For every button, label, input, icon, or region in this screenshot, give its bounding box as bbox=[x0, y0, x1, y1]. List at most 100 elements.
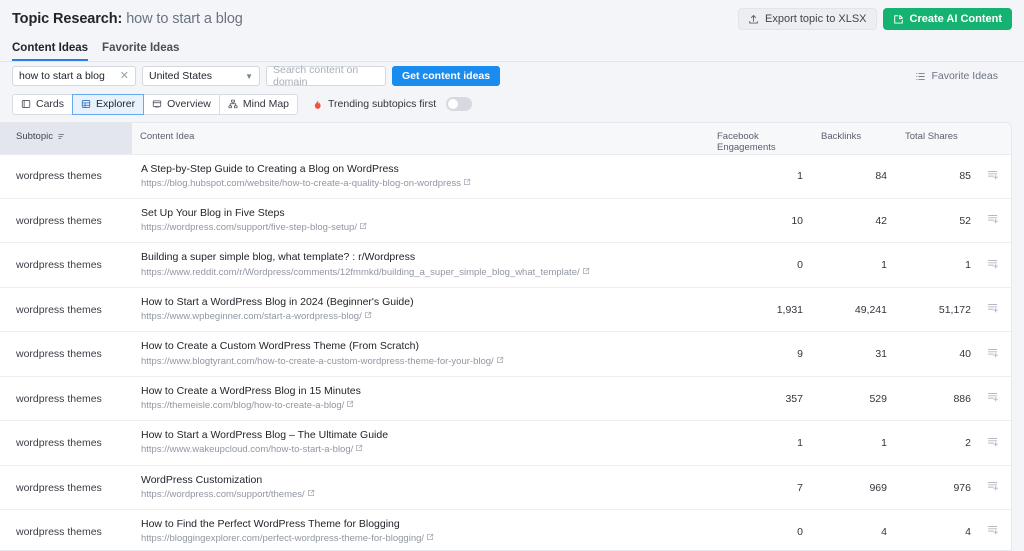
table-row[interactable]: wordpress themes A Step-by-Step Guide to … bbox=[0, 154, 1011, 199]
cell-subtopic: wordpress themes bbox=[0, 242, 132, 288]
column-header-content-idea[interactable]: Content Idea bbox=[132, 123, 709, 155]
content-idea-url-text: https://wordpress.com/support/themes/ bbox=[141, 488, 305, 500]
add-to-list-icon[interactable] bbox=[987, 480, 999, 492]
view-button-cards-label: Cards bbox=[36, 98, 65, 110]
cell-facebook-engagements: 1 bbox=[709, 154, 813, 199]
table-row[interactable]: wordpress themes How to Start a WordPress… bbox=[0, 287, 1011, 333]
trending-subtopics-toggle[interactable] bbox=[446, 97, 473, 111]
cell-actions bbox=[981, 154, 1011, 199]
view-button-overview[interactable]: Overview bbox=[143, 93, 220, 115]
search-domain-input[interactable]: Search content on domain bbox=[266, 64, 386, 88]
content-idea-url[interactable]: https://www.wakeupcloud.com/how-to-start… bbox=[141, 444, 701, 456]
column-header-subtopic-label: Subtopic bbox=[16, 131, 53, 142]
pencil-square-icon bbox=[893, 14, 904, 25]
tab-content-ideas[interactable]: Content Ideas bbox=[12, 42, 89, 61]
content-idea-url[interactable]: https://blog.hubspot.com/website/how-to-… bbox=[141, 178, 701, 190]
table-row[interactable]: wordpress themes Set Up Your Blog in Five… bbox=[0, 198, 1011, 244]
add-to-list-icon[interactable] bbox=[987, 391, 999, 403]
cell-total-shares: 1 bbox=[897, 242, 981, 288]
content-ideas-table: Subtopic Content Idea Facebook Engagemen… bbox=[0, 123, 1011, 550]
page-title: Topic Research: how to start a blog bbox=[12, 11, 243, 27]
external-link-icon bbox=[307, 489, 315, 500]
content-idea-url[interactable]: https://wordpress.com/support/themes/ bbox=[141, 489, 701, 501]
cell-content-idea: How to Start a WordPress Blog – The Ulti… bbox=[132, 420, 709, 466]
column-header-total-shares[interactable]: Total Shares bbox=[897, 123, 981, 155]
content-idea-url-text: https://www.reddit.com/r/Wordpress/comme… bbox=[141, 266, 580, 278]
close-icon[interactable]: ✕ bbox=[120, 70, 129, 82]
content-idea-url[interactable]: https://www.blogtyrant.com/how-to-create… bbox=[141, 356, 701, 368]
content-idea-title: How to Create a WordPress Blog in 15 Min… bbox=[141, 384, 361, 397]
column-header-subtopic[interactable]: Subtopic bbox=[0, 123, 132, 155]
cell-content-idea: Building a super simple blog, what templ… bbox=[132, 242, 709, 288]
external-link-icon bbox=[346, 400, 354, 411]
cell-backlinks: 969 bbox=[813, 465, 897, 511]
external-link-icon bbox=[355, 444, 363, 455]
content-idea-title: Set Up Your Blog in Five Steps bbox=[141, 206, 285, 219]
content-idea-title: How to Find the Perfect WordPress Theme … bbox=[141, 518, 400, 531]
content-idea-url-text: https://www.blogtyrant.com/how-to-create… bbox=[141, 355, 494, 367]
content-idea-url[interactable]: https://bloggingexplorer.com/perfect-wor… bbox=[141, 533, 701, 545]
column-header-facebook-engagements[interactable]: Facebook Engagements bbox=[709, 123, 813, 155]
table-row[interactable]: wordpress themes How to Start a WordPress… bbox=[0, 420, 1011, 466]
content-idea-url[interactable]: https://themeisle.com/blog/how-to-create… bbox=[141, 400, 701, 412]
export-topic-button[interactable]: Export topic to XLSX bbox=[738, 8, 877, 30]
mindmap-icon bbox=[228, 99, 238, 109]
cell-actions bbox=[981, 242, 1011, 288]
table-row[interactable]: wordpress themes How to Create a WordPres… bbox=[0, 376, 1011, 422]
content-idea-url[interactable]: https://wordpress.com/support/five-step-… bbox=[141, 222, 701, 234]
trending-subtopics-control: Trending subtopics first bbox=[312, 97, 473, 111]
create-ai-content-label: Create AI Content bbox=[909, 13, 1003, 25]
table-row[interactable]: wordpress themes WordPress Customization h… bbox=[0, 465, 1011, 511]
view-button-overview-label: Overview bbox=[167, 98, 211, 110]
external-link-icon bbox=[364, 311, 372, 322]
content-idea-url-text: https://www.wakeupcloud.com/how-to-start… bbox=[141, 444, 354, 456]
view-button-cards[interactable]: Cards bbox=[12, 93, 74, 115]
view-button-mind-map[interactable]: Mind Map bbox=[218, 93, 298, 115]
keyword-input[interactable]: how to start a blog ✕ bbox=[12, 66, 136, 86]
table-header-row: Subtopic Content Idea Facebook Engagemen… bbox=[0, 123, 1011, 155]
cell-content-idea: Set Up Your Blog in Five Steps https://wo… bbox=[132, 198, 709, 244]
flame-icon bbox=[312, 99, 323, 110]
create-ai-content-button[interactable]: Create AI Content bbox=[882, 8, 1012, 30]
external-link-icon bbox=[359, 222, 367, 233]
table-row[interactable]: wordpress themes Building a super simple … bbox=[0, 242, 1011, 288]
favorite-ideas-link[interactable]: Favorite Ideas bbox=[915, 70, 1012, 82]
top-bar: Topic Research: how to start a blog Expo… bbox=[0, 0, 1024, 38]
content-idea-title: WordPress Customization bbox=[141, 473, 263, 486]
view-button-explorer[interactable]: Explorer bbox=[72, 93, 145, 115]
cell-content-idea: How to Start a WordPress Blog in 2024 (B… bbox=[132, 287, 709, 333]
cell-facebook-engagements: 7 bbox=[709, 465, 813, 511]
cell-total-shares: 2 bbox=[897, 420, 981, 466]
cell-content-idea: How to Find the Perfect WordPress Theme … bbox=[132, 509, 709, 550]
add-to-list-icon[interactable] bbox=[987, 524, 999, 536]
cell-subtopic: wordpress themes bbox=[0, 331, 132, 377]
get-content-ideas-button[interactable]: Get content ideas bbox=[392, 66, 501, 86]
add-to-list-icon[interactable] bbox=[987, 436, 999, 448]
add-to-list-icon[interactable] bbox=[987, 302, 999, 314]
cell-backlinks: 49,241 bbox=[813, 287, 897, 333]
add-to-list-icon[interactable] bbox=[987, 169, 999, 181]
cell-content-idea: How to Create a WordPress Blog in 15 Min… bbox=[132, 376, 709, 422]
content-idea-url[interactable]: https://www.reddit.com/r/Wordpress/comme… bbox=[141, 267, 701, 279]
column-header-backlinks[interactable]: Backlinks bbox=[813, 123, 897, 155]
cell-total-shares: 52 bbox=[897, 198, 981, 244]
content-idea-url[interactable]: https://www.wpbeginner.com/start-a-wordp… bbox=[141, 311, 701, 323]
favorite-ideas-label: Favorite Ideas bbox=[931, 70, 998, 82]
table-row[interactable]: wordpress themes How to Find the Perfect … bbox=[0, 509, 1011, 550]
table-row[interactable]: wordpress themes How to Create a Custom W… bbox=[0, 331, 1011, 377]
country-select[interactable]: United States ▼ bbox=[142, 66, 260, 86]
add-to-list-icon[interactable] bbox=[987, 347, 999, 359]
add-to-list-icon[interactable] bbox=[987, 258, 999, 270]
page-title-topic: how to start a blog bbox=[126, 11, 243, 27]
cell-content-idea: A Step-by-Step Guide to Creating a Blog … bbox=[132, 154, 709, 199]
cell-facebook-engagements: 1,931 bbox=[709, 287, 813, 333]
content-idea-title: How to Create a Custom WordPress Theme (… bbox=[141, 340, 419, 353]
cell-backlinks: 4 bbox=[813, 509, 897, 550]
cell-backlinks: 1 bbox=[813, 420, 897, 466]
upload-icon bbox=[748, 14, 759, 25]
content-idea-url-text: https://www.wpbeginner.com/start-a-wordp… bbox=[141, 311, 362, 323]
tab-favorite-ideas[interactable]: Favorite Ideas bbox=[102, 42, 179, 61]
add-to-list-icon[interactable] bbox=[987, 213, 999, 225]
toggle-knob bbox=[448, 99, 459, 109]
external-link-icon bbox=[426, 533, 434, 544]
